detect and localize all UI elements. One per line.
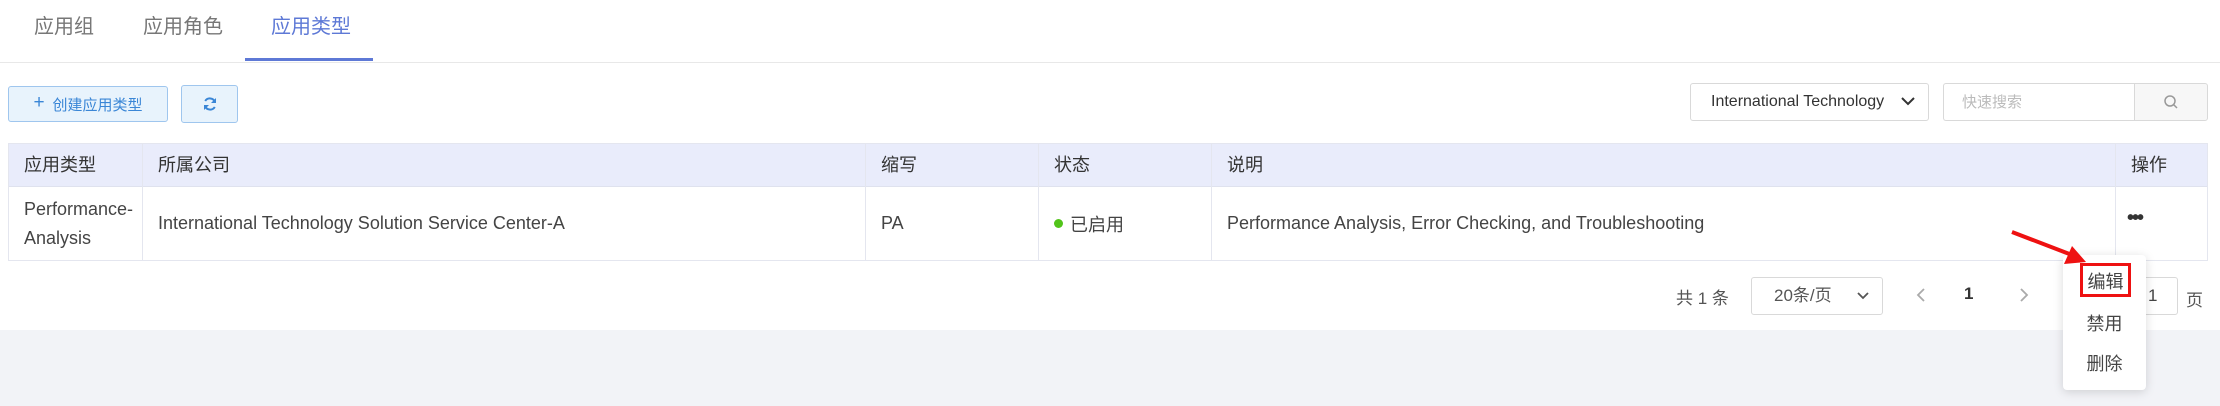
company-select[interactable]: International Technology Solution Servic… bbox=[1690, 83, 1929, 121]
active-tab-indicator bbox=[245, 58, 373, 61]
page-size-select[interactable]: 20条/页 bbox=[1751, 277, 1883, 315]
header-company: 所属公司 bbox=[158, 155, 230, 175]
column-divider bbox=[142, 144, 143, 260]
header-description: 说明 bbox=[1227, 155, 1263, 175]
app-type-table: 应用类型 所属公司 缩写 状态 说明 操作 Performance-Analys… bbox=[8, 143, 2208, 261]
chevron-left-icon[interactable] bbox=[1914, 282, 1928, 308]
status-dot-icon bbox=[1054, 219, 1063, 228]
create-app-type-button[interactable]: + 创建应用类型 bbox=[8, 86, 168, 122]
plus-icon: + bbox=[33, 92, 45, 113]
tab-app-type[interactable]: 应用类型 bbox=[271, 10, 351, 39]
chevron-down-icon bbox=[1857, 292, 1869, 300]
header-abbr: 缩写 bbox=[881, 155, 917, 175]
main-panel: 应用组 应用角色 应用类型 + 创建应用类型 International Tec… bbox=[0, 0, 2220, 330]
pagination-total: 共 1 条 bbox=[1676, 289, 1729, 308]
column-divider bbox=[865, 144, 866, 260]
status-text: 已启用 bbox=[1070, 214, 1124, 235]
cell-company: International Technology Solution Servic… bbox=[158, 213, 565, 233]
search-icon bbox=[2164, 95, 2178, 109]
page-size-value: 20条/页 bbox=[1774, 286, 1832, 305]
action-menu: 编辑 禁用 删除 bbox=[2063, 255, 2146, 390]
cell-description: Performance Analysis, Error Checking, an… bbox=[1227, 213, 1705, 233]
search-button[interactable] bbox=[2134, 83, 2208, 121]
tab-bar: 应用组 应用角色 应用类型 bbox=[0, 0, 2220, 63]
menu-item-disable[interactable]: 禁用 bbox=[2063, 310, 2146, 336]
tab-app-group[interactable]: 应用组 bbox=[34, 10, 94, 39]
header-status: 状态 bbox=[1054, 155, 1090, 175]
column-divider bbox=[2115, 144, 2116, 260]
chevron-right-icon[interactable] bbox=[2017, 282, 2031, 308]
cell-app-type: Performance-Analysis bbox=[24, 198, 134, 248]
menu-item-delete[interactable]: 删除 bbox=[2063, 350, 2146, 376]
column-divider bbox=[1038, 144, 1039, 260]
header-actions: 操作 bbox=[2131, 155, 2167, 175]
refresh-icon bbox=[203, 97, 216, 111]
table-header: 应用类型 所属公司 缩写 状态 说明 操作 bbox=[9, 144, 2207, 187]
search-input[interactable] bbox=[1943, 83, 2135, 121]
menu-item-edit[interactable]: 编辑 bbox=[2080, 263, 2131, 297]
cell-abbr: PA bbox=[881, 213, 904, 233]
chevron-down-icon bbox=[1901, 97, 1915, 106]
table-row: Performance-Analysis International Techn… bbox=[9, 187, 2207, 260]
company-select-value: International Technology Solution Servic… bbox=[1711, 93, 1889, 110]
cell-status: 已启用 bbox=[1039, 187, 1124, 260]
header-app-type: 应用类型 bbox=[24, 155, 96, 175]
tab-app-role[interactable]: 应用角色 bbox=[143, 10, 223, 39]
refresh-button[interactable] bbox=[181, 85, 238, 123]
column-divider bbox=[1211, 144, 1212, 260]
more-actions-button[interactable]: ••• bbox=[2127, 207, 2144, 230]
current-page[interactable]: 1 bbox=[1964, 284, 1973, 304]
create-button-label: 创建应用类型 bbox=[52, 96, 143, 114]
page-jump-label: 页 bbox=[2186, 291, 2203, 310]
